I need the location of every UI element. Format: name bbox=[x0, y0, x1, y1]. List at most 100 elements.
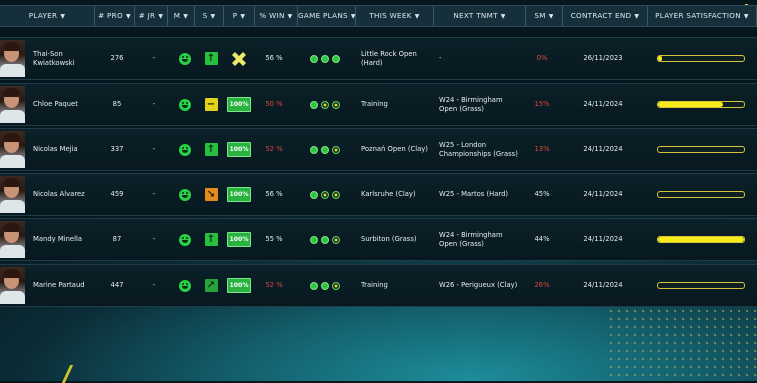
column-header-plans[interactable]: GAME PLANS ▼ bbox=[298, 6, 356, 26]
game-plans-cell[interactable] bbox=[298, 265, 352, 306]
game-plan-dot-icon[interactable] bbox=[332, 190, 340, 199]
sort-arrow-icon[interactable]: ▼ bbox=[744, 13, 749, 20]
arrow-up-icon: ↑ bbox=[204, 52, 218, 65]
sort-arrow-icon[interactable]: ▼ bbox=[158, 13, 163, 20]
game-plan-dot-icon[interactable] bbox=[332, 281, 340, 290]
column-header-player[interactable]: PLAYER ▼ bbox=[0, 6, 95, 26]
pro-rank: 85 bbox=[112, 100, 122, 108]
sort-arrow-icon[interactable]: ▼ bbox=[501, 13, 506, 20]
sort-arrow-icon[interactable]: ▼ bbox=[183, 13, 188, 20]
smiley-icon bbox=[179, 233, 191, 246]
minus-icon: − bbox=[204, 98, 218, 111]
satisfaction-bar-fill bbox=[658, 237, 744, 242]
column-header-next[interactable]: NEXT TNMT ▼ bbox=[434, 6, 526, 26]
next-tournament[interactable]: W25 - London Championships (Grass) bbox=[439, 129, 521, 170]
game-plan-dot-icon[interactable] bbox=[321, 190, 329, 199]
column-header-win[interactable]: % WIN ▼ bbox=[255, 6, 298, 26]
player-avatar[interactable] bbox=[0, 267, 25, 304]
next-tournament[interactable]: W26 - Perigueux (Clay) bbox=[439, 265, 521, 306]
smiley-icon bbox=[179, 52, 191, 65]
column-header-pro[interactable]: # PRO ▼ bbox=[95, 6, 135, 26]
this-week[interactable]: Little Rock Open (Hard) bbox=[361, 38, 435, 79]
this-week[interactable]: Poznań Open (Clay) bbox=[361, 129, 435, 170]
game-plan-dot-icon[interactable] bbox=[310, 235, 318, 244]
column-header-m[interactable]: M ▼ bbox=[168, 6, 195, 26]
sm-percent: 15% bbox=[534, 100, 550, 108]
this-week[interactable]: Karlsruhe (Clay) bbox=[361, 174, 435, 215]
sort-arrow-icon[interactable]: ▼ bbox=[634, 13, 639, 20]
contract-end: 24/11/2024 bbox=[583, 190, 623, 198]
game-plans-cell[interactable] bbox=[298, 84, 352, 125]
game-plan-dot-icon[interactable] bbox=[310, 190, 318, 199]
player-avatar[interactable] bbox=[0, 40, 25, 77]
table-row[interactable]: Chloe Paquet 85 - −100% 50 % Training W24 - Bi… bbox=[0, 83, 757, 126]
table-row[interactable]: Nicolas Alvarez 459 - ↘ 100% 56 % Karlsruhe (C… bbox=[0, 173, 757, 216]
game-plans-cell[interactable] bbox=[298, 174, 352, 215]
game-plan-dot-icon[interactable] bbox=[332, 235, 340, 244]
player-name[interactable]: Chloe Paquet bbox=[33, 84, 99, 125]
this-week[interactable]: Training bbox=[361, 265, 435, 306]
game-plans-cell[interactable] bbox=[298, 219, 352, 260]
game-plan-dot-icon[interactable] bbox=[310, 281, 318, 290]
physical-badge: 100% bbox=[227, 187, 251, 202]
game-plans-cell[interactable] bbox=[298, 38, 352, 79]
sort-arrow-icon[interactable]: ▼ bbox=[60, 13, 65, 20]
game-plan-dot-icon[interactable] bbox=[321, 54, 329, 63]
column-header-s[interactable]: S ▼ bbox=[195, 6, 224, 26]
column-header-p[interactable]: P ▼ bbox=[224, 6, 255, 26]
sort-arrow-icon[interactable]: ▼ bbox=[240, 13, 245, 20]
this-week[interactable]: Training bbox=[361, 84, 435, 125]
player-name[interactable]: Mandy Minella bbox=[33, 219, 99, 260]
column-header-jr[interactable]: # JR ▼ bbox=[135, 6, 168, 26]
sort-arrow-icon[interactable]: ▼ bbox=[210, 13, 215, 20]
game-plan-dot-icon[interactable] bbox=[332, 145, 340, 154]
player-name[interactable]: Nicolas Alvarez bbox=[33, 174, 99, 215]
player-avatar[interactable] bbox=[0, 221, 25, 258]
player-name[interactable]: Nicolas Mejia bbox=[33, 129, 99, 170]
column-header-label: GAME PLANS bbox=[298, 11, 348, 20]
next-tournament[interactable]: W24 - Birmingham Open (Grass) bbox=[439, 84, 521, 125]
sort-arrow-icon[interactable]: ▼ bbox=[415, 13, 420, 20]
column-header-label: PLAYER bbox=[28, 11, 58, 20]
satisfaction-bar bbox=[657, 191, 745, 198]
physical-cell: 100% bbox=[225, 129, 253, 170]
next-tournament[interactable]: - bbox=[439, 38, 521, 79]
game-plan-dot-icon[interactable] bbox=[321, 281, 329, 290]
smiley-icon bbox=[179, 188, 191, 201]
sort-arrow-icon[interactable]: ▼ bbox=[126, 13, 131, 20]
physical-badge: 100% bbox=[227, 142, 251, 157]
contract-end: 24/11/2024 bbox=[583, 235, 623, 243]
sort-arrow-icon[interactable]: ▼ bbox=[288, 13, 293, 20]
win-percent: 52 % bbox=[265, 281, 283, 289]
table-row[interactable]: Marine Partaud 447 - ↗ 100% 52 % Training W26 -… bbox=[0, 264, 757, 307]
game-plan-dot-icon[interactable] bbox=[310, 145, 318, 154]
pro-rank: 87 bbox=[112, 235, 122, 243]
game-plan-dot-icon[interactable] bbox=[332, 100, 340, 109]
column-header-sm[interactable]: SM ▼ bbox=[526, 6, 563, 26]
column-header-contract[interactable]: CONTRACT END ▼ bbox=[563, 6, 648, 26]
game-plan-dot-icon[interactable] bbox=[321, 145, 329, 154]
game-plan-dot-icon[interactable] bbox=[321, 235, 329, 244]
player-avatar[interactable] bbox=[0, 176, 25, 213]
sort-arrow-icon[interactable]: ▼ bbox=[549, 13, 554, 20]
column-header-label: % WIN bbox=[259, 11, 285, 20]
table-row[interactable]: Nicolas Mejia 337 - ↑ 100% 52 % Poznań Open (C… bbox=[0, 128, 757, 171]
game-plan-dot-icon[interactable] bbox=[310, 54, 318, 63]
column-header-satis[interactable]: PLAYER SATISFACTION ▼ bbox=[648, 6, 757, 26]
game-plan-dot-icon[interactable] bbox=[321, 100, 329, 109]
table-row[interactable]: Thai-Son Kwiatkowski 276 - ↑ 56 % Little Rock… bbox=[0, 37, 757, 80]
game-plan-dot-icon[interactable] bbox=[332, 54, 340, 63]
next-tournament[interactable]: W25 - Martos (Hard) bbox=[439, 174, 521, 215]
table-row[interactable]: Mandy Minella 87 - ↑ 100% 55 % Surbiton (Grass… bbox=[0, 218, 757, 261]
next-tournament[interactable]: W24 - Birmingham Open (Grass) bbox=[439, 219, 521, 260]
player-name[interactable]: Thai-Son Kwiatkowski bbox=[33, 38, 99, 79]
game-plan-dot-icon[interactable] bbox=[310, 100, 318, 109]
player-avatar[interactable] bbox=[0, 131, 25, 168]
win-percent: 50 % bbox=[265, 100, 283, 108]
column-header-week[interactable]: THIS WEEK ▼ bbox=[356, 6, 434, 26]
game-plans-cell[interactable] bbox=[298, 129, 352, 170]
win-percent: 52 % bbox=[265, 145, 283, 153]
this-week[interactable]: Surbiton (Grass) bbox=[361, 219, 435, 260]
player-name[interactable]: Marine Partaud bbox=[33, 265, 99, 306]
player-avatar[interactable] bbox=[0, 86, 25, 123]
